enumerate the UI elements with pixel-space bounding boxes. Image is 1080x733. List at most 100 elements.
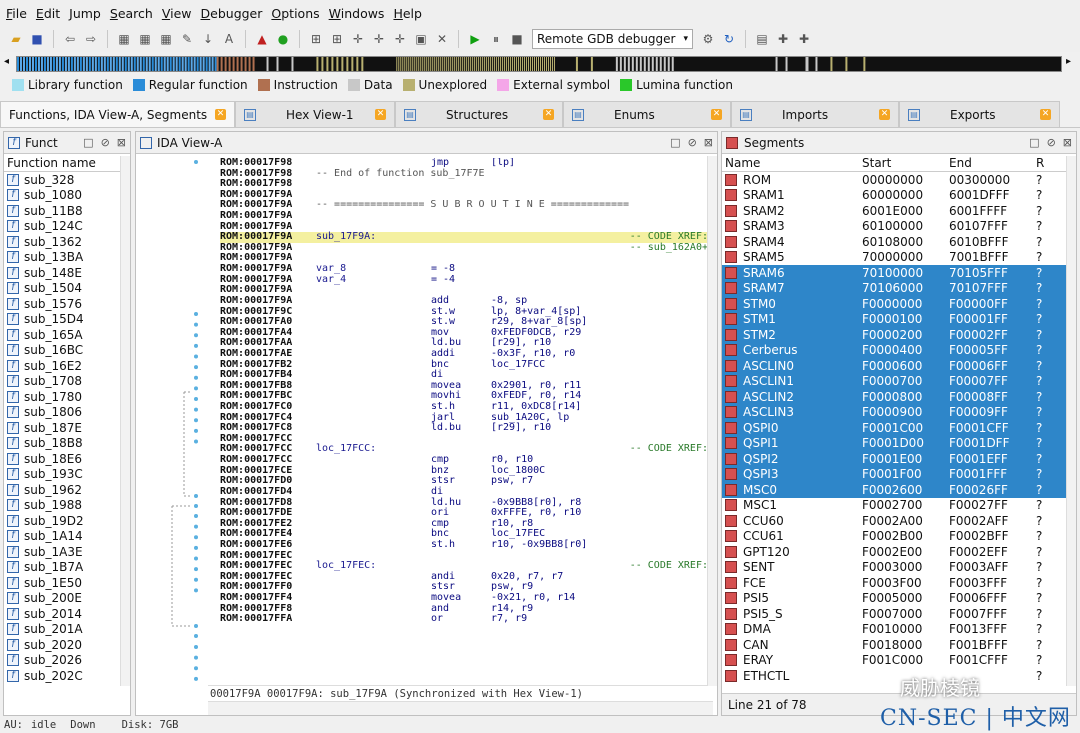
disasm-line[interactable]: ROM:00017FA4 mov 0xFEDF0DCB, r29 xyxy=(220,327,708,339)
segment-row[interactable]: PSI5 F0005000 F0006FFF? xyxy=(722,591,1066,607)
segment-row[interactable]: CAN F0018000 F001BFFF? xyxy=(722,637,1066,653)
function-list-item[interactable]: f sub_2014 xyxy=(4,606,120,622)
segment-row[interactable]: SRAM7 70106000 70107FFF? xyxy=(722,280,1066,296)
function-list-item[interactable]: f sub_13BA xyxy=(4,250,120,266)
disasm-line[interactable]: ROM:00017FE6 st.h r10, -0x9BB8[r0] xyxy=(220,539,708,551)
tab-exports[interactable]: ▤ Exports ✕ xyxy=(899,101,1060,127)
close-icon[interactable]: ⊠ xyxy=(704,136,713,149)
segment-row[interactable]: SRAM2 6001E000 6001FFFF? xyxy=(722,203,1066,219)
disasm-line[interactable]: ROM:00017FB2 bnc loc_17FCC xyxy=(220,359,708,371)
disasm-line[interactable]: ROM:00017F98 -- End of function sub_17F7E xyxy=(220,168,708,180)
open-file-icon[interactable]: ▰ xyxy=(8,31,24,47)
segment-row[interactable]: QSPI2 F0001E00 F0001EFF? xyxy=(722,451,1066,467)
close-tab-icon[interactable]: ✕ xyxy=(1040,109,1051,120)
function-list-item[interactable]: f sub_2020 xyxy=(4,637,120,653)
close-tab-icon[interactable]: ✕ xyxy=(375,109,386,120)
image-tool-icon[interactable]: ▣ xyxy=(413,31,429,47)
struct-tool-icon[interactable]: ▦ xyxy=(137,31,153,47)
disasm-line[interactable]: ROM:00017F9A var_8 = -8 xyxy=(220,263,708,275)
function-list-item[interactable]: f sub_15D4 xyxy=(4,312,120,328)
segment-row[interactable]: STM0 F0000000 F00000FF? xyxy=(722,296,1066,312)
segment-row[interactable]: PSI5_S F0007000 F0007FFF? xyxy=(722,606,1066,622)
segment-row[interactable]: SRAM4 60108000 6010BFFF? xyxy=(722,234,1066,250)
disasm-line[interactable]: ROM:00017F9A xyxy=(220,253,708,264)
calc-icon[interactable]: ▤ xyxy=(754,31,770,47)
disasm-line[interactable]: ROM:00017FCC cmp r0, r10 xyxy=(220,454,708,466)
disasm-line[interactable]: ROM:00017F9A -- sub_162A0+ xyxy=(220,242,708,254)
function-list-item[interactable]: f sub_1780 xyxy=(4,389,120,405)
segment-row[interactable]: SRAM3 60100000 60107FFF? xyxy=(722,219,1066,235)
functions-scrollbar[interactable] xyxy=(120,156,130,686)
down-arrow-icon[interactable]: ↓ xyxy=(200,31,216,47)
menu-file[interactable]: File xyxy=(6,6,27,21)
function-list-item[interactable]: f sub_16BC xyxy=(4,343,120,359)
function-list-item[interactable]: f sub_1A14 xyxy=(4,529,120,545)
segment-row[interactable]: ASCLIN2 F0000800 F00008FF? xyxy=(722,389,1066,405)
close-tab-icon[interactable]: ✕ xyxy=(879,109,890,120)
function-list-item[interactable]: f sub_1708 xyxy=(4,374,120,390)
disasm-line[interactable]: ROM:00017F9A var_4 = -4 xyxy=(220,274,708,286)
green-circle-icon[interactable]: ● xyxy=(275,31,291,47)
menu-edit[interactable]: Edit xyxy=(36,6,60,21)
flow2-tool-icon[interactable]: ✛ xyxy=(371,31,387,47)
close-icon[interactable]: ⊠ xyxy=(1063,136,1072,149)
chart-tool-icon[interactable]: ⊞ xyxy=(329,31,345,47)
run-icon[interactable]: ▶ xyxy=(467,31,483,47)
column-header-start[interactable]: Start xyxy=(862,156,949,170)
back-icon[interactable]: ⇦ xyxy=(62,31,78,47)
function-list-item[interactable]: f sub_1B7A xyxy=(4,560,120,576)
function-list-item[interactable]: f sub_148E xyxy=(4,265,120,281)
disasm-line[interactable]: ROM:00017FCE bnz loc_1800C xyxy=(220,465,708,477)
segment-row[interactable]: QSPI1 F0001D00 F0001DFF? xyxy=(722,435,1066,451)
segment-row[interactable]: SRAM5 70000000 7001BFFF? xyxy=(722,250,1066,266)
data-tool-icon[interactable]: ▦ xyxy=(158,31,174,47)
segment-row[interactable]: DMA F0010000 F0013FFF? xyxy=(722,622,1066,638)
disasm-line[interactable]: ROM:00017FA0 st.w r29, 8+var_8[sp] xyxy=(220,317,708,328)
segment-row[interactable]: STM1 F0000100 F00001FF? xyxy=(722,311,1066,327)
disasm-line[interactable]: ROM:00017FCC loc_17FCC: -- CODE XREF: xyxy=(220,444,708,455)
disasm-line[interactable]: ROM:00017FD8 ld.hu -0x9BB8[r0], r8 xyxy=(220,497,708,509)
function-list-item[interactable]: f sub_19D2 xyxy=(4,513,120,529)
menu-debugger[interactable]: Debugger xyxy=(201,6,263,21)
tab-structures[interactable]: ▤ Structures ✕ xyxy=(395,101,563,127)
segment-row[interactable]: ASCLIN1 F0000700 F00007FF? xyxy=(722,373,1066,389)
disasm-line[interactable]: ROM:00017FD4 di xyxy=(220,486,708,498)
disasm-line[interactable]: ROM:00017FC4 jarl sub_1A20C, lp xyxy=(220,412,708,424)
menu-view[interactable]: View xyxy=(162,6,192,21)
disasm-line[interactable]: ROM:00017FB4 di xyxy=(220,370,708,381)
disasm-line[interactable]: ROM:00017FF0 stsr psw, r9 xyxy=(220,582,708,593)
menu-windows[interactable]: Windows xyxy=(329,6,385,21)
function-list-item[interactable]: f sub_328 xyxy=(4,172,120,188)
float-icon[interactable]: ⊘ xyxy=(101,136,110,149)
segment-row[interactable]: MSC1 F0002700 F00027FF? xyxy=(722,498,1066,514)
segment-row[interactable]: ETHCTL? xyxy=(722,668,1066,684)
segment-row[interactable]: ASCLIN0 F0000600 F00006FF? xyxy=(722,358,1066,374)
close-tab-icon[interactable]: ✕ xyxy=(711,109,722,120)
disasm-line[interactable]: ROM:00017F9A xyxy=(220,285,708,296)
float-icon[interactable]: ⊘ xyxy=(688,136,697,149)
disasm-line[interactable]: ROM:00017FBC movhi 0xFEDF, r0, r14 xyxy=(220,391,708,402)
column-header-r[interactable]: R xyxy=(1036,156,1066,170)
debugger-select[interactable]: Remote GDB debugger ▾ xyxy=(532,29,694,49)
float-icon[interactable]: ⊘ xyxy=(1047,136,1056,149)
function-list-item[interactable]: f sub_165A xyxy=(4,327,120,343)
segment-row[interactable]: QSPI3 F0001F00 F0001FFF? xyxy=(722,466,1066,482)
menu-help[interactable]: Help xyxy=(393,6,422,21)
segment-row[interactable]: ROM 00000000 00300000? xyxy=(722,172,1066,188)
disasm-line[interactable]: ROM:00017FC0 st.h r11, 0xDC8[r14] xyxy=(220,401,708,413)
function-list-item[interactable]: f sub_1080 xyxy=(4,188,120,204)
segment-row[interactable]: CCU60 F0002A00 F0002AFF? xyxy=(722,513,1066,529)
debug-options-icon[interactable]: ⚙ xyxy=(700,31,716,47)
function-list-item[interactable]: f sub_18E6 xyxy=(4,451,120,467)
disasm-line[interactable]: ROM:00017FEC andi 0x20, r7, r7 xyxy=(220,571,708,583)
flow3-tool-icon[interactable]: ✛ xyxy=(392,31,408,47)
graph-tool-icon[interactable]: ⊞ xyxy=(308,31,324,47)
hex-tool-icon[interactable]: ▦ xyxy=(116,31,132,47)
function-list-item[interactable]: f sub_11B8 xyxy=(4,203,120,219)
function-list-item[interactable]: f sub_1962 xyxy=(4,482,120,498)
flow-tool-icon[interactable]: ✛ xyxy=(350,31,366,47)
column-header-end[interactable]: End xyxy=(949,156,1036,170)
plugin-icon[interactable]: ✚ xyxy=(775,31,791,47)
function-list-item[interactable]: f sub_18B8 xyxy=(4,436,120,452)
navigation-band[interactable]: ◂ ▸ xyxy=(0,54,1080,74)
